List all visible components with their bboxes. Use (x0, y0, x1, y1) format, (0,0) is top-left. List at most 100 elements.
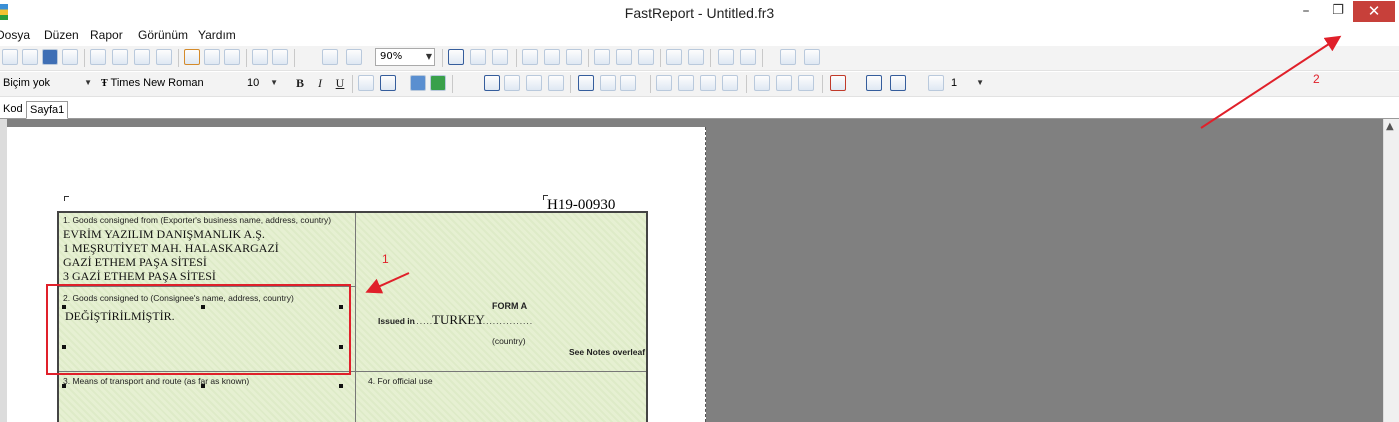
zoom-select[interactable]: 90% ▼ (375, 48, 435, 66)
frame-none-icon[interactable] (776, 75, 792, 91)
toolbar-separator (84, 49, 85, 67)
toolbar-separator (294, 49, 295, 67)
issued-in-label: Issued in (378, 316, 415, 326)
open-icon[interactable] (22, 49, 38, 65)
frame-style-icon[interactable] (890, 75, 906, 91)
justify-icon[interactable] (548, 75, 564, 91)
toolbar-separator (746, 75, 747, 93)
frame-color-icon[interactable] (866, 75, 882, 91)
frame-top-icon[interactable] (656, 75, 672, 91)
group-icon[interactable] (322, 49, 338, 65)
same-width-icon[interactable] (780, 49, 796, 65)
space-horizontal-icon[interactable] (666, 49, 682, 65)
page-add-icon[interactable] (112, 49, 128, 65)
page-edge-line (705, 127, 706, 422)
copy-icon[interactable] (204, 49, 220, 65)
menu-file[interactable]: Dosya (0, 28, 30, 42)
fit-grid-icon[interactable] (470, 49, 486, 65)
toolbar-separator (588, 49, 589, 67)
ungroup-icon[interactable] (346, 49, 362, 65)
menu-edit[interactable]: Düzen (44, 28, 79, 42)
frame-right-icon[interactable] (722, 75, 738, 91)
font-type-icon: Ŧ (101, 78, 108, 89)
zoom-value: 90% (380, 51, 403, 62)
frame-bottom-icon[interactable] (678, 75, 694, 91)
font-select[interactable]: Ŧ Times New Roman ▼ (98, 74, 266, 92)
paste-icon[interactable] (224, 49, 240, 65)
valign-bottom-icon[interactable] (620, 75, 636, 91)
highlight-icon[interactable] (410, 75, 426, 91)
chevron-down-icon: ▼ (84, 78, 92, 87)
align-grid-icon[interactable] (492, 49, 508, 65)
same-height-icon[interactable] (804, 49, 820, 65)
exporter-line-4[interactable]: 3 GAZİ ETHEM PAŞA SİTESİ (63, 269, 216, 284)
restore-button[interactable]: ❐ (1327, 3, 1349, 23)
rotate-icon[interactable] (430, 75, 446, 91)
align-left-icon[interactable] (484, 75, 500, 91)
style-select[interactable]: Biçim yok ▼ (0, 74, 96, 92)
align-middles-icon[interactable] (616, 49, 632, 65)
vertical-scrollbar[interactable] (1383, 119, 1399, 422)
line-width-value: 1 (951, 77, 958, 89)
valign-top-icon[interactable] (578, 75, 594, 91)
font-value: Times New Roman (110, 77, 204, 89)
cut-icon[interactable] (184, 49, 200, 65)
underline-button[interactable]: U (332, 74, 348, 92)
country-label: (country) (492, 336, 526, 346)
annotation-label-2: 2 (1313, 72, 1320, 86)
new-icon[interactable] (2, 49, 18, 65)
space-vertical-icon[interactable] (688, 49, 704, 65)
close-button[interactable]: ✕ (1353, 1, 1395, 22)
align-left-edges-icon[interactable] (522, 49, 538, 65)
menu-view[interactable]: Görünüm (138, 28, 188, 42)
chevron-down-icon: ▼ (425, 52, 432, 61)
selection-handle[interactable] (339, 384, 343, 388)
exporter-line-1[interactable]: EVRİM YAZILIM DANIŞMANLIK A.Ş. (63, 227, 265, 242)
align-center-icon[interactable] (504, 75, 520, 91)
save-icon[interactable] (42, 49, 58, 65)
align-right-icon[interactable] (526, 75, 542, 91)
center-horizontal-icon[interactable] (718, 49, 734, 65)
line-width-select[interactable]: 1 ▼ (948, 74, 988, 92)
page-icon[interactable] (90, 49, 106, 65)
font-size-select[interactable]: 10 ▼ (244, 74, 282, 92)
page-tabs: Kod Sayfa1 (0, 100, 1399, 119)
center-vertical-icon[interactable] (740, 49, 756, 65)
menu-help[interactable]: Yardım (198, 28, 236, 42)
shadow-icon[interactable] (798, 75, 814, 91)
preview-icon[interactable] (62, 49, 78, 65)
tab-page1[interactable]: Sayfa1 (26, 101, 69, 119)
bold-button[interactable]: B (292, 74, 308, 92)
menu-report[interactable]: Rapor (90, 28, 123, 42)
workspace-margin (0, 119, 7, 422)
align-centers-icon[interactable] (544, 49, 560, 65)
frame-all-icon[interactable] (754, 75, 770, 91)
line-width-icon[interactable] (928, 75, 944, 91)
font-settings-icon[interactable] (358, 75, 374, 91)
frame-left-icon[interactable] (700, 75, 716, 91)
align-tops-icon[interactable] (594, 49, 610, 65)
toolbar-separator (822, 75, 823, 93)
page-settings-icon[interactable] (156, 49, 172, 65)
exporter-line-2[interactable]: 1 MEŞRUTİYET MAH. HALASKARGAZİ (63, 241, 279, 256)
scroll-up-icon[interactable]: ▲ (1386, 121, 1394, 132)
box1-label: 1. Goods consigned from (Exporter's busi… (63, 215, 332, 225)
standard-toolbar: 90% ▼ (0, 46, 1399, 71)
minimize-button[interactable]: – (1295, 3, 1317, 23)
see-notes-label: See Notes overleaf (569, 347, 646, 357)
undo-icon[interactable] (252, 49, 268, 65)
align-bottoms-icon[interactable] (638, 49, 654, 65)
annotation-label-1: 1 (382, 252, 389, 266)
font-color-icon[interactable] (380, 75, 396, 91)
toolbar-separator (442, 49, 443, 67)
form-a-title: FORM A (492, 301, 528, 311)
align-right-edges-icon[interactable] (566, 49, 582, 65)
tab-code[interactable]: Kod (0, 101, 26, 117)
italic-button[interactable]: I (312, 74, 328, 92)
valign-middle-icon[interactable] (600, 75, 616, 91)
redo-icon[interactable] (272, 49, 288, 65)
page-delete-icon[interactable] (134, 49, 150, 65)
fill-color-icon[interactable] (830, 75, 846, 91)
exporter-line-3[interactable]: GAZİ ETHEM PAŞA SİTESİ (63, 255, 207, 270)
grid-icon[interactable] (448, 49, 464, 65)
